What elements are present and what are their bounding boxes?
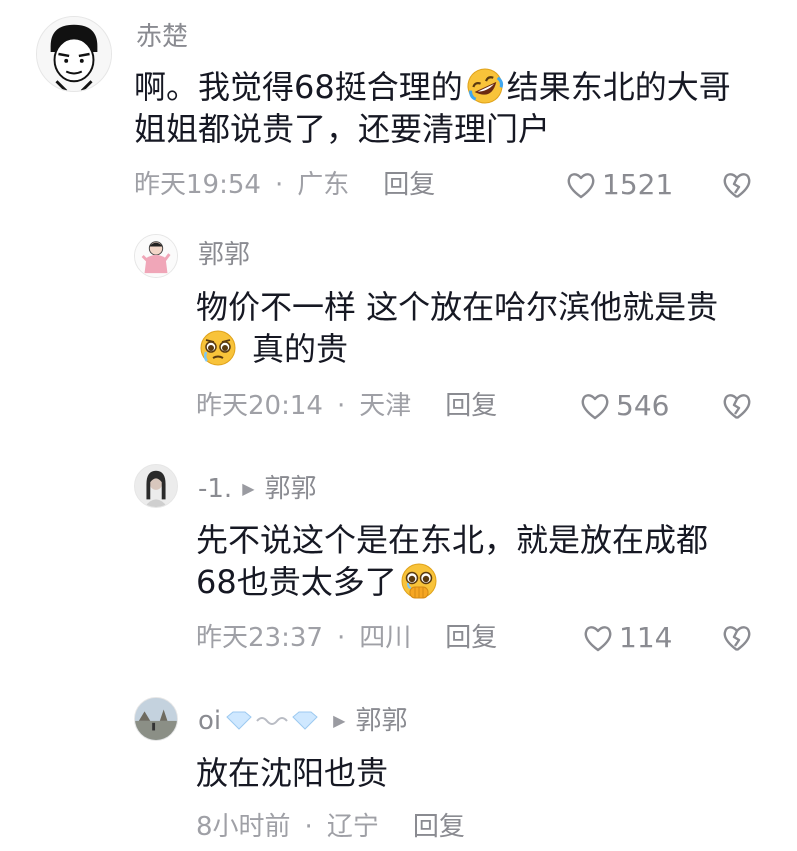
username[interactable]: 郭郭 [198,242,250,268]
play-triangle-icon: ▶ [242,479,255,498]
timestamp: 昨天19:54 [134,170,261,200]
broken-heart-icon [723,394,751,419]
pleading-face-emoji [198,328,238,368]
comment-text: 放在沈阳也贵 [196,754,389,792]
broken-heart-icon [723,626,751,651]
reply-to-username[interactable]: 郭郭 [355,708,407,734]
comment-meta: 昨天20:14 · 天津 回复 [196,393,497,419]
rofl-emoji [465,66,505,106]
comment-text: 啊。我觉得68挺合理的 结果东北的大哥 姐姐都说贵了，还要清理门户 [134,66,731,150]
separator-dot: · [274,170,284,200]
heart-outline-icon [567,173,595,199]
meme-face-icon [37,17,111,91]
reply-button[interactable]: 回复 [445,393,497,419]
username[interactable]: oi ▶ 郭郭 [198,708,407,734]
like-button[interactable]: 546 [580,392,669,420]
portrait-avatar-icon [135,465,177,507]
reply-button[interactable]: 回复 [383,172,435,198]
like-count: 546 [616,389,670,422]
separator-dot: · [336,391,346,421]
comment-meta: 8小时前 · 辽宁 回复 [196,814,465,840]
timestamp: 昨天23:37 [196,623,323,653]
username[interactable]: 赤楚 [136,24,188,50]
heart-outline-icon [584,626,612,652]
location: 辽宁 [326,812,379,842]
reply-button[interactable]: 回复 [445,625,497,651]
avatar[interactable] [134,697,178,741]
comment-text: 先不说这个是在东北，就是放在成都 68也贵太多了 [196,521,709,601]
avatar[interactable] [134,464,178,508]
location: 广东 [297,170,350,200]
timestamp: 昨天20:14 [196,391,323,421]
avatar[interactable] [36,16,112,92]
like-count: 114 [619,621,673,654]
username[interactable]: -1. ▶ 郭郭 [198,476,317,502]
comment-text: 物价不一样 这个放在哈尔滨他就是贵 真的贵 [196,288,719,368]
separator-dot: · [304,812,313,842]
timestamp: 8小时前 [196,812,291,842]
holding-back-tears-emoji [399,561,439,601]
dislike-button[interactable] [722,392,752,420]
comment-meta: 昨天19:54 · 广东 回复 [134,172,435,198]
like-button[interactable]: 114 [583,624,672,652]
reply-button[interactable]: 回复 [413,814,465,840]
separator-dot: · [336,623,346,653]
dislike-button[interactable] [722,171,752,199]
comment-meta: 昨天23:37 · 四川 回复 [196,625,497,651]
avatar[interactable] [134,234,178,278]
like-count: 1521 [602,168,674,201]
broken-heart-icon [723,173,751,198]
dislike-button[interactable] [722,624,752,652]
location: 天津 [359,391,412,421]
location: 四川 [359,623,412,653]
gem-wave-decoration [223,709,323,733]
play-triangle-icon: ▶ [333,711,346,730]
heart-outline-icon [581,394,609,420]
reply-to-username[interactable]: 郭郭 [265,476,317,502]
like-button[interactable]: 1521 [566,171,673,199]
cartoon-girl-avatar-icon [135,235,177,277]
landscape-avatar-icon [135,698,177,740]
